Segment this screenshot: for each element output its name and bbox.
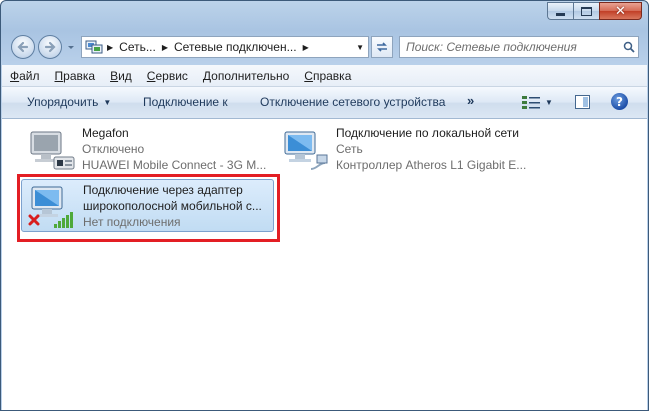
connection-item-mobile-broadband[interactable]: Подключение через адаптер широкополосной… [21,179,274,232]
connection-item-megafon[interactable]: Megafon Отключено HUAWEI Mobile Connect … [21,125,271,179]
forward-button[interactable] [38,35,62,59]
refresh-icon [377,42,387,52]
connection-device: Контроллер Atheros L1 Gigabit E... [336,158,527,172]
caption-buttons: ✕ [547,2,642,20]
connect-to-button[interactable]: Подключение к [143,95,228,109]
preview-pane-icon[interactable] [575,95,590,109]
menu-help[interactable]: Справка [296,69,358,83]
dialup-connection-icon [30,131,75,170]
forward-arrow-icon [44,41,56,53]
maximize-button[interactable] [573,2,599,20]
history-dropdown-icon[interactable] [67,44,75,52]
network-folder-icon [85,40,103,54]
organize-button[interactable]: Упорядочить ▼ [27,95,111,109]
back-arrow-icon [17,41,29,53]
connection-status: Нет подключения [83,215,181,229]
back-button[interactable] [11,35,35,59]
menu-tools[interactable]: Сервис [139,69,195,83]
connection-status: Сеть [336,142,363,156]
change-view-icon[interactable] [521,95,541,109]
connection-name: Megafon [82,126,129,140]
search-icon[interactable] [620,41,638,53]
minimize-button[interactable] [547,2,573,20]
close-icon: ✕ [615,3,626,19]
command-bar: Упорядочить ▼ Подключение к Отключение се… [2,87,647,119]
menu-file[interactable]: Файл [2,69,47,83]
connection-status: Отключено [82,142,145,156]
disconnect-device-button[interactable]: Отключение сетевого устройства [260,95,445,109]
more-commands-button[interactable]: » [467,93,474,108]
connection-name-line2: широкополосной мобильной с... [83,199,262,213]
breadcrumb-network-connections[interactable]: Сетевые подключен... [172,37,299,57]
close-button[interactable]: ✕ [599,2,642,20]
help-icon[interactable]: ? [611,93,628,110]
organize-dropdown-icon: ▼ [103,98,112,107]
connection-name: Подключение через адаптер [83,183,243,197]
view-dropdown-icon[interactable]: ▼ [545,98,553,107]
menu-edit[interactable]: Правка [47,69,103,83]
breadcrumb-network[interactable]: Сеть... [117,37,158,57]
maximize-icon [581,6,592,16]
address-dropdown-icon[interactable]: ▼ [356,43,364,52]
refresh-button[interactable] [371,36,393,58]
navigation-bar: ▶ Сеть... ▶ Сетевые подключен... ▶ ▼ [1,31,648,63]
explorer-window: ✕ ▶ Сеть... ▶ Сетевые подключен... ▶ ▼ П… [0,0,649,411]
minimize-icon [556,12,565,16]
mobile-broadband-icon [28,186,73,228]
connection-name: Подключение по локальной сети [336,126,519,140]
menu-bar: Файл Правка Вид Сервис Дополнительно Спр… [2,65,647,87]
connection-device: HUAWEI Mobile Connect - 3G M... [82,158,267,172]
menu-advanced[interactable]: Дополнительно [195,69,296,83]
lan-connection-icon [284,131,328,170]
breadcrumb-separator-icon: ▶ [107,42,114,52]
address-bar[interactable]: ▶ Сеть... ▶ Сетевые подключен... ▶ ▼ [81,36,369,58]
search-box[interactable] [399,36,639,58]
search-input[interactable] [400,39,620,55]
breadcrumb-separator-icon: ▶ [161,42,169,52]
connection-item-lan[interactable]: Подключение по локальной сети Сеть Контр… [275,125,527,179]
breadcrumb-separator-icon: ▶ [302,42,309,52]
menu-view[interactable]: Вид [102,69,139,83]
connections-list: Megafon Отключено HUAWEI Mobile Connect … [2,119,647,410]
